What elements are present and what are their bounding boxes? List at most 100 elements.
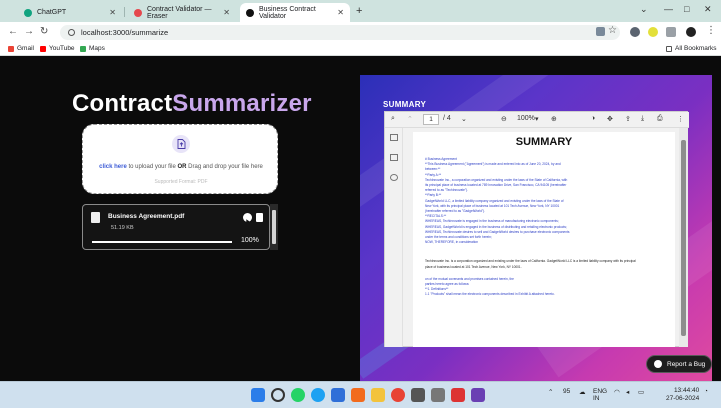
contrast-icon[interactable]: ◑ [591,115,595,122]
app-icon[interactable] [451,388,465,402]
volume-icon[interactable]: ◂ [626,388,629,396]
file-explorer-icon[interactable] [371,388,385,402]
page-title: ContractSummarizer [72,90,312,117]
menu-icon[interactable]: ⋮ [706,25,716,36]
thumbnails-icon[interactable] [390,134,398,141]
download-icon[interactable]: ⤓ [641,115,644,123]
zoom-dropdown-icon[interactable]: ▾ [535,115,539,123]
trash-icon[interactable] [256,213,263,222]
play-icon[interactable] [243,213,252,224]
all-bookmarks[interactable]: All Bookmarks [666,45,717,52]
app-page: ContractSummarizer click here to upload … [0,56,721,381]
document-line: TechInnovate Inc. is a corporation organ… [425,259,636,264]
forward-icon[interactable]: → [24,26,34,37]
document-body: # Business Agreement **This Business Agre… [425,157,665,298]
tab-label: Business Contract Validator [259,5,316,20]
site-info-icon[interactable] [68,29,75,36]
app-icon[interactable] [471,388,485,402]
upload-progress-bar [92,241,232,243]
notification-icon[interactable]: ◔ [704,388,708,395]
system-clock[interactable]: 13:44:40 27-06-2024 [666,387,699,403]
tab-chatgpt[interactable]: ChatGPT ✕ [18,3,122,22]
whatsapp-icon[interactable] [291,388,305,402]
tab-search-icon[interactable]: ⌄ [640,4,648,15]
translate-icon[interactable] [596,27,605,36]
document-icon [91,212,100,223]
page-down-icon[interactable]: ⌄ [461,115,467,123]
upload-file-icon [172,135,190,153]
close-icon[interactable]: ✕ [337,8,344,17]
vscode-icon[interactable] [331,388,345,402]
bookmark-gmail[interactable]: Gmail [8,45,34,52]
bookmark-maps[interactable]: Maps [80,45,105,52]
minimize-button[interactable]: — [664,4,673,14]
battery-icon[interactable]: ▭ [638,388,644,396]
close-window-button[interactable]: ✕ [704,4,712,15]
tab-eraser[interactable]: Contract Validator — Eraser ✕ [128,3,236,22]
move-icon[interactable]: ✥ [607,115,613,123]
search-icon[interactable] [271,388,285,402]
zoom-in-icon[interactable]: ⊕ [551,115,557,123]
maximize-button[interactable]: □ [684,4,689,14]
tab-label: Contract Validator — Eraser [147,5,212,20]
edge-icon[interactable] [311,388,325,402]
print-icon[interactable]: ⎙ [657,115,663,123]
reload-icon[interactable]: ↻ [40,26,48,37]
more-options-icon[interactable]: ⋮ [677,115,684,123]
bookmark-youtube[interactable]: YouTube [40,45,75,52]
outline-icon[interactable] [390,154,398,161]
search-icon[interactable]: ⌕ [391,115,395,123]
extensions-puzzle-icon[interactable] [666,27,676,37]
tab-business-contract-validator[interactable]: Business Contract Validator ✕ [240,3,350,22]
click-here-link[interactable]: click here [99,164,127,170]
extension-icon[interactable] [630,27,640,37]
upload-progress-fill [92,241,232,243]
extension-icon[interactable] [648,27,658,37]
bookmark-star-icon[interactable]: ☆ [608,25,617,36]
address-bar: ← → ↻ localhost:3000/summarize ☆ ⋮ [0,22,721,42]
browser-tab-strip: ChatGPT ✕ Contract Validator — Eraser ✕ … [0,0,721,22]
cloud-icon[interactable]: ☁ [579,388,586,396]
page-number-input[interactable]: 1 [423,114,439,125]
youtube-icon [40,45,46,52]
attachments-icon[interactable] [390,174,398,181]
wifi-icon[interactable]: ◠ [614,388,620,396]
zoom-out-icon[interactable]: ⊖ [501,115,507,123]
brave-icon[interactable] [351,388,365,402]
folder-icon [666,45,672,52]
document-title: SUMMARY [515,136,573,148]
summary-heading: SUMMARY [383,100,427,109]
new-tab-button[interactable]: + [356,5,362,17]
uploaded-file-card: Business Agreement.pdf 51.19 KB 100% [82,204,270,250]
tray-chevron-icon[interactable]: ⌃ [548,388,553,396]
profile-avatar[interactable] [686,27,696,37]
tab-label: ChatGPT [37,9,67,16]
close-icon[interactable]: ✕ [223,8,230,17]
scrollbar[interactable] [270,204,278,250]
file-dropzone[interactable]: click here to upload your file OR Drag a… [82,124,278,194]
start-icon[interactable] [251,388,265,402]
taskbar: ⌃ 95 ☁ ENG IN ◠ ◂ ▭ 13:44:40 27-06-2024 ◔ [0,381,721,408]
weather[interactable]: 95 [563,388,570,395]
app-favicon-icon [246,8,254,17]
share-icon[interactable]: ⇪ [625,115,631,123]
app-icon[interactable] [431,388,445,402]
pdf-toolbar: ⌕ ⌃ 1 / 4 ⌄ ⊖ 100% ▾ ⊕ ◑ ✥ ⇪ ⤓ ⎙ ⋮ [385,112,689,128]
zoom-level[interactable]: 100% [517,115,535,122]
chrome-icon[interactable] [391,388,405,402]
summary-panel: SUMMARY ⌕ ⌃ 1 / 4 ⌄ ⊖ 100% ▾ ⊕ ◑ ✥ ⇪ ⤓ ⎙… [360,75,712,381]
app-icon[interactable] [411,388,425,402]
page-up-icon[interactable]: ⌃ [407,115,413,123]
bug-icon [654,360,662,368]
progress-percent: 100% [241,237,259,244]
report-bug-button[interactable]: Report a Bug [646,355,712,373]
close-icon[interactable]: ✕ [109,8,116,17]
dropzone-instructions: click here to upload your file OR Drag a… [99,164,263,170]
file-name: Business Agreement.pdf [108,213,185,220]
back-icon[interactable]: ← [8,26,18,37]
maps-icon [80,45,86,52]
url-input[interactable]: localhost:3000/summarize [60,25,620,40]
pdf-scrollbar[interactable] [679,128,688,347]
chatgpt-favicon-icon [24,8,32,17]
language-indicator[interactable]: ENG IN [593,388,607,402]
